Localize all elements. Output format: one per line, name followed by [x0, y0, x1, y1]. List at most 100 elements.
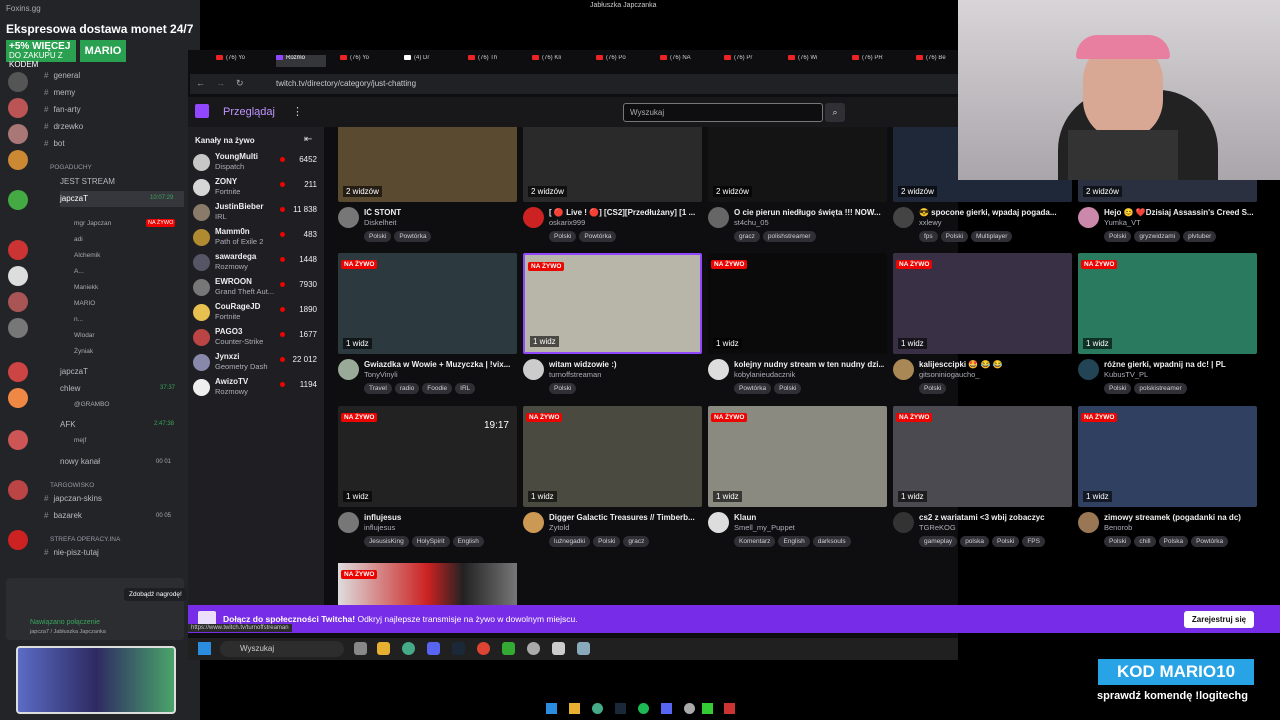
browser-tab[interactable]: (76) Yo: [340, 55, 390, 67]
tag[interactable]: gameplay: [919, 536, 958, 547]
browser-tab[interactable]: (76) Yo: [216, 55, 266, 67]
voice-channel-afk[interactable]: AFK: [60, 417, 200, 433]
stream-title[interactable]: IĆ STONT: [364, 208, 514, 217]
streamer-name[interactable]: st4chu_05: [734, 218, 769, 227]
browser-tab[interactable]: (76) Th: [468, 55, 518, 67]
stream-thumbnail[interactable]: NA ŻYWO 1 widz: [1078, 406, 1257, 507]
voice-user[interactable]: adi: [74, 233, 83, 247]
stream-thumbnail[interactable]: NA ŻYWO 1 widz: [708, 406, 887, 507]
sidebar-channel[interactable]: PAGO3 Counter-Strike 1677: [193, 326, 321, 350]
streamer-name[interactable]: Smell_my_Puppet: [734, 523, 795, 532]
steam-icon[interactable]: [615, 703, 626, 714]
taskview-icon[interactable]: [354, 642, 367, 655]
tag[interactable]: JesusisKing: [364, 536, 409, 547]
sidebar-channel[interactable]: Jynxzi Geometry Dash 22 012: [193, 351, 321, 375]
browser-tab[interactable]: (4) Dr: [404, 55, 454, 67]
stream-thumbnail[interactable]: 2 widzów: [523, 127, 702, 202]
tag[interactable]: Polski: [549, 231, 577, 242]
tag[interactable]: polskistreamer: [1134, 383, 1187, 394]
sidebar-channel[interactable]: Mamm0n Path of Exile 2 483: [193, 226, 321, 250]
streamer-name[interactable]: KubusTV_PL: [1104, 370, 1148, 379]
app-icon[interactable]: [702, 703, 713, 714]
browser-tab-active[interactable]: Rozmo: [276, 55, 326, 67]
forward-icon[interactable]: →: [216, 78, 225, 88]
voice-user[interactable]: A...: [74, 265, 84, 279]
streamer-name[interactable]: TonyVinyli: [364, 370, 398, 379]
stream-thumbnail[interactable]: NA ŻYWO 1 widz: [523, 253, 702, 354]
avatar[interactable]: [708, 512, 729, 533]
tag[interactable]: polska: [960, 536, 989, 547]
app-icon[interactable]: [477, 642, 490, 655]
tag[interactable]: Polski: [593, 536, 621, 547]
server-icon[interactable]: [8, 318, 28, 338]
avatar[interactable]: [708, 359, 729, 380]
windows-start-icon[interactable]: [198, 642, 211, 655]
server-icon[interactable]: [8, 150, 28, 170]
server-icon[interactable]: [8, 72, 28, 92]
sidebar-channel[interactable]: AwizoTV Rozmowy 1194: [193, 376, 321, 400]
stream-thumbnail[interactable]: NA ŻYWO 1 widz: [1078, 253, 1257, 354]
channel-bot[interactable]: # bot: [44, 136, 184, 152]
sidebar-channel[interactable]: CouRageJD Fortnite 1890: [193, 301, 321, 325]
voice-user[interactable]: Żyniak: [74, 345, 93, 359]
tag[interactable]: gracz: [623, 536, 650, 547]
voice-channel-chlew[interactable]: chlew: [60, 381, 200, 397]
channel-memy[interactable]: # memy: [44, 85, 184, 101]
tag[interactable]: chill: [1134, 536, 1156, 547]
voice-user[interactable]: @GRAMBO: [74, 398, 110, 412]
tag[interactable]: Powtórka: [734, 383, 772, 394]
server-icon[interactable]: [8, 388, 28, 408]
stream-title[interactable]: Digger Galactic Treasures // Timberb...: [549, 513, 699, 522]
avatar[interactable]: [523, 359, 544, 380]
browser-tab[interactable]: (76) PR: [852, 55, 902, 67]
stream-card[interactable]: NA ŻYWO 1 widz kolejny nudny stream w ten …: [694, 253, 887, 403]
sidebar-channel[interactable]: JustinBieber IRL 11 838: [193, 201, 321, 225]
xbox-icon[interactable]: [502, 642, 515, 655]
stream-thumbnail[interactable]: NA ŻYWO 1 widz: [338, 253, 517, 354]
streamer-name[interactable]: influjesus: [364, 523, 395, 532]
streamer-name[interactable]: Zytold: [549, 523, 569, 532]
tag[interactable]: Polski: [940, 231, 969, 242]
stream-card[interactable]: NA ŻYWO 1 widz Klaun Smell_my_Puppet Komenta…: [694, 406, 887, 556]
tag[interactable]: Powtórka: [394, 231, 432, 242]
streamer-name[interactable]: TGReKOG: [919, 523, 956, 532]
stream-card[interactable]: NA ŻYWO 1 widz cs2 z wariatami <3 wbij zob…: [879, 406, 1072, 556]
tag[interactable]: radio: [394, 383, 420, 394]
channel-jest-stream[interactable]: JEST STREAM: [60, 174, 200, 190]
browser-tab[interactable]: (76) Pr: [724, 55, 774, 67]
stream-title[interactable]: [ 🔴 Live ! 🔴] [CS2][Przedłużany] [1 ...: [549, 208, 699, 217]
channel-japczan-skins[interactable]: # japczan-skins: [44, 491, 184, 507]
tag[interactable]: Polski: [1104, 231, 1132, 242]
tag[interactable]: HolySpirit: [411, 536, 450, 547]
browser-tab[interactable]: (76) NA: [660, 55, 710, 67]
voice-user[interactable]: Wlodar: [74, 329, 95, 343]
stream-title[interactable]: Gwiazdka w Wowie + Muzyczka | !vix...: [364, 360, 514, 369]
stream-card[interactable]: NA ŻYWO 1 widz witam widzowie :) turnoffstr…: [509, 253, 702, 403]
server-icon[interactable]: [8, 124, 28, 144]
avatar[interactable]: [338, 359, 359, 380]
stream-title[interactable]: cs2 z wariatami <3 wbij zobaczyc: [919, 513, 1069, 522]
tag[interactable]: Polski: [1104, 536, 1132, 547]
browse-link[interactable]: Przeglądaj: [223, 106, 275, 118]
tag[interactable]: IRL: [455, 383, 476, 394]
chrome-icon[interactable]: [402, 642, 415, 655]
channel-nie-pisz-tutaj[interactable]: # nie-pisz-tutaj: [44, 545, 184, 561]
stream-thumbnail[interactable]: NA ŻYWO: [338, 563, 517, 607]
streamer-name[interactable]: Diskelheit: [364, 218, 397, 227]
tag[interactable]: polishstreamer: [762, 231, 816, 242]
collapse-icon[interactable]: ⇤: [304, 134, 312, 145]
tag[interactable]: Polski: [774, 383, 802, 394]
browser-tab[interactable]: (76) Kli: [532, 55, 582, 67]
server-icon[interactable]: [8, 362, 28, 382]
sidebar-channel[interactable]: YoungMulti Dispatch 6452: [193, 151, 321, 175]
voice-channel-japczat2[interactable]: japczaT: [60, 364, 200, 380]
tag[interactable]: English: [452, 536, 484, 547]
windows-start-icon[interactable]: [546, 703, 557, 714]
stream-thumbnail[interactable]: NA ŻYWO 1 widz: [893, 406, 1072, 507]
tag[interactable]: FPS: [1022, 536, 1045, 547]
tag[interactable]: Polski: [991, 536, 1020, 547]
tag[interactable]: darksouls: [812, 536, 851, 547]
avatar[interactable]: [1078, 207, 1099, 228]
stream-card[interactable]: NA ŻYWO 1 widz 19:17 influjesus influjesus Je…: [324, 406, 517, 556]
stream-thumbnail[interactable]: 2 widzów: [708, 127, 887, 202]
